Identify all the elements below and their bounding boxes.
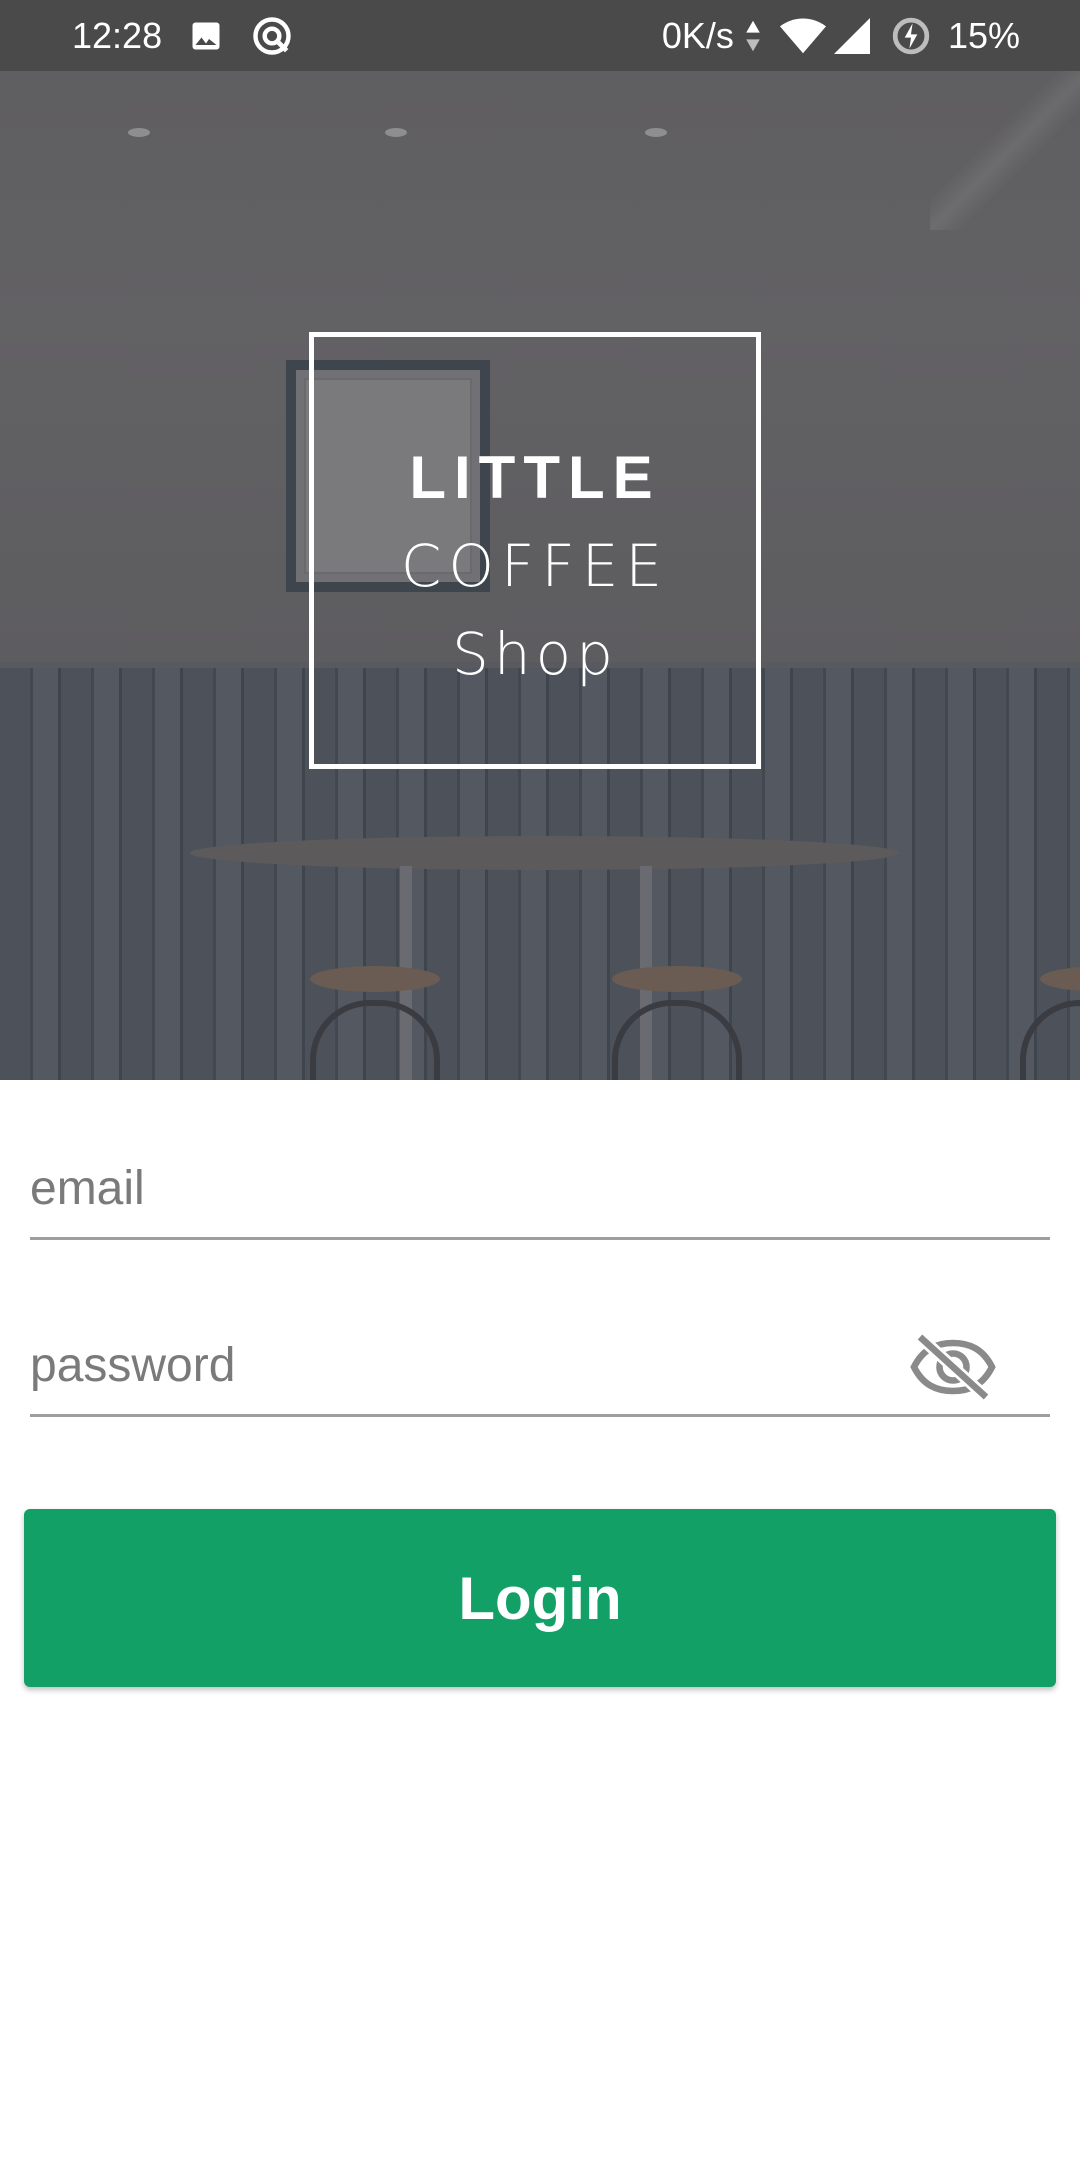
eye-off-icon [910,1332,996,1402]
logo-line-little: LITTLE [409,443,661,511]
stool-seat [612,966,742,992]
table-top [190,836,900,870]
email-input[interactable] [30,1161,1050,1216]
toggle-password-visibility-button[interactable] [908,1327,998,1407]
ceiling-light [128,128,150,137]
status-bar: 12:28 0K/s 15% [0,0,1080,71]
hero-background: LITTLE COFFEE Shop [0,0,1080,1080]
wifi-icon [779,18,826,54]
ceiling-beam [930,70,1080,230]
password-field-container [30,1317,1050,1417]
signal-icon [833,17,870,54]
battery-saver-icon [892,17,930,55]
stool-seat [310,966,440,992]
logo-line-coffee: COFFEE [400,531,670,600]
status-time: 12:28 [72,14,163,56]
login-button[interactable]: Login [24,1509,1056,1687]
network-speed: 0K/s [661,14,734,56]
image-icon [188,18,224,54]
logo-line-shop: Shop [452,619,618,688]
data-arrows-icon [744,19,762,53]
battery-percent: 15% [947,14,1020,56]
ceiling-light [385,128,407,137]
sync-icon [250,14,294,58]
password-input[interactable] [30,1338,1050,1393]
brand-logo: LITTLE COFFEE Shop [309,332,761,769]
ceiling-light [645,128,667,137]
email-field-container [30,1140,1050,1240]
